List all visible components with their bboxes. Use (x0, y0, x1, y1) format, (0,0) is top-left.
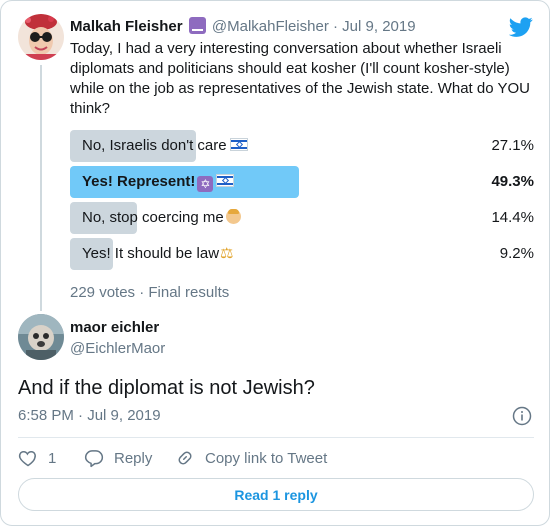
menorah-emoji-icon (188, 17, 206, 34)
link-icon (178, 451, 192, 465)
poll-option: Yes! It should be law⚖ 9.2% (70, 238, 534, 270)
tweet-date[interactable]: Jul 9, 2019 (342, 18, 415, 35)
israel-flag-icon (229, 138, 248, 151)
author-handle[interactable]: @MalkahFleisher (212, 18, 329, 35)
info-icon[interactable] (512, 406, 532, 426)
poll-option: Yes! Represent! ✡ 49.3% (70, 166, 534, 198)
like-count: 1 (48, 449, 57, 467)
divider (18, 437, 534, 438)
header-separator: · (333, 18, 338, 35)
reply-button[interactable]: Reply (84, 447, 152, 469)
twitter-bird-icon[interactable] (509, 15, 533, 39)
poll-option-percent: 14.4% (491, 209, 534, 226)
poll-option-percent: 9.2% (499, 245, 534, 262)
poll-votes-summary: 229 votes · Final results (70, 284, 230, 301)
poll: No, Israelis don't care 27.1% Yes! Repre… (70, 130, 534, 274)
parent-tweet-text: Today, I had a very interesting conversa… (70, 40, 530, 117)
read-replies-button[interactable]: Read 1 reply (18, 478, 534, 511)
reply-icon (84, 450, 104, 468)
main-tweet-text: And if the diplomat is not Jewish? (18, 377, 315, 399)
reply-label: Reply (114, 449, 153, 467)
avatar[interactable] (18, 314, 64, 360)
copy-link-button[interactable]: Copy link to Tweet (175, 447, 327, 469)
poll-option-percent: 49.3% (491, 173, 534, 190)
poll-option-label: No, stop coercing me (82, 202, 241, 234)
avatar[interactable] (18, 14, 64, 60)
heart-icon (18, 450, 36, 467)
author-handle[interactable]: @EichlerMaor (70, 339, 165, 359)
tweet-actions: 1 Reply Copy link to Tweet (18, 447, 534, 469)
tweet-timestamp[interactable]: 6:58 PM · Jul 9, 2019 (18, 406, 161, 426)
thread-connector-line (40, 65, 42, 311)
author-name[interactable]: maor eichler (70, 318, 159, 338)
poll-option: No, Israelis don't care 27.1% (70, 130, 534, 162)
person-gesturing-no-icon (225, 209, 241, 224)
poll-option-label: Yes! It should be law⚖ (82, 238, 234, 270)
avatar-image (18, 314, 64, 360)
poll-option: No, stop coercing me 14.4% (70, 202, 534, 234)
tweet-embed-card: Malkah Fleisher @MalkahFleisher · Jul 9,… (0, 0, 550, 526)
parent-tweet-header: Malkah Fleisher @MalkahFleisher · Jul 9,… (70, 17, 416, 37)
author-name[interactable]: Malkah Fleisher (70, 18, 183, 35)
copy-link-label: Copy link to Tweet (205, 449, 328, 467)
balance-scale-icon: ⚖ (220, 245, 234, 262)
poll-option-label: No, Israelis don't care (82, 130, 248, 162)
poll-option-percent: 27.1% (491, 137, 534, 154)
poll-option-label: Yes! Represent! ✡ (82, 166, 235, 198)
israel-flag-icon (216, 174, 235, 187)
like-button[interactable]: 1 (18, 447, 56, 469)
star-of-david-icon: ✡ (197, 176, 214, 192)
avatar-image (18, 14, 64, 60)
